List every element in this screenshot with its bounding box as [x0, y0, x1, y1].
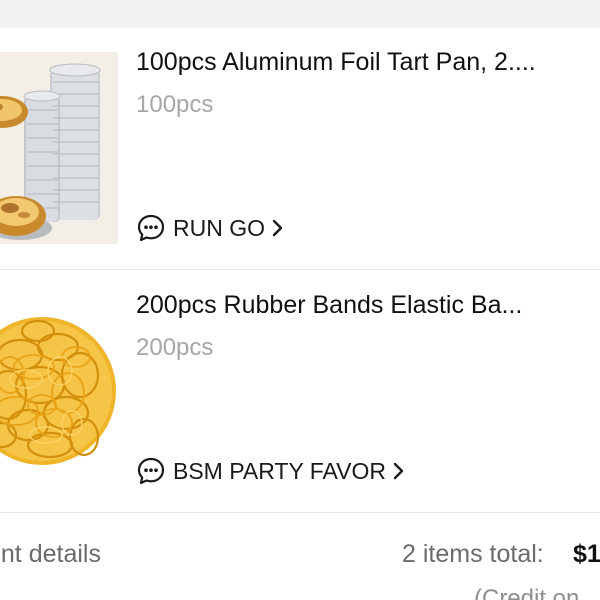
- product-title[interactable]: 100pcs Aluminum Foil Tart Pan, 2....: [136, 48, 576, 77]
- payment-details-link[interactable]: ent details: [0, 540, 101, 569]
- store-link-run-go[interactable]: RUN GO: [136, 212, 285, 244]
- total-amount: $1: [573, 540, 600, 568]
- top-section-background: [0, 0, 600, 28]
- chevron-right-icon: [392, 460, 406, 482]
- store-name: RUN GO: [173, 214, 265, 241]
- order-item-row[interactable]: 200pcs Rubber Bands Elastic Ba... 200pcs…: [0, 271, 600, 513]
- product-title[interactable]: 200pcs Rubber Bands Elastic Ba...: [136, 291, 576, 320]
- items-total-label: 2 items total:: [402, 540, 544, 568]
- chat-bubble-icon: [136, 213, 166, 243]
- order-items-screen: 100pcs Aluminum Foil Tart Pan, 2.... 100…: [0, 0, 600, 600]
- product-thumbnail-rubber-bands[interactable]: [0, 295, 118, 487]
- credit-note: (Credit on: [474, 585, 580, 600]
- store-name: BSM PARTY FAVOR: [173, 457, 387, 484]
- item-divider: [0, 269, 600, 270]
- product-thumbnail-tart-pans[interactable]: [0, 52, 118, 244]
- order-item-row[interactable]: 100pcs Aluminum Foil Tart Pan, 2.... 100…: [0, 28, 600, 270]
- order-summary-row: ent details 2 items total: $1 (Credit on: [0, 513, 600, 600]
- product-variant: 100pcs: [136, 91, 214, 118]
- chat-bubble-icon: [136, 456, 166, 486]
- product-variant: 200pcs: [136, 334, 214, 361]
- chevron-right-icon: [271, 217, 285, 239]
- store-link-bsm-party-favor[interactable]: BSM PARTY FAVOR: [136, 455, 406, 487]
